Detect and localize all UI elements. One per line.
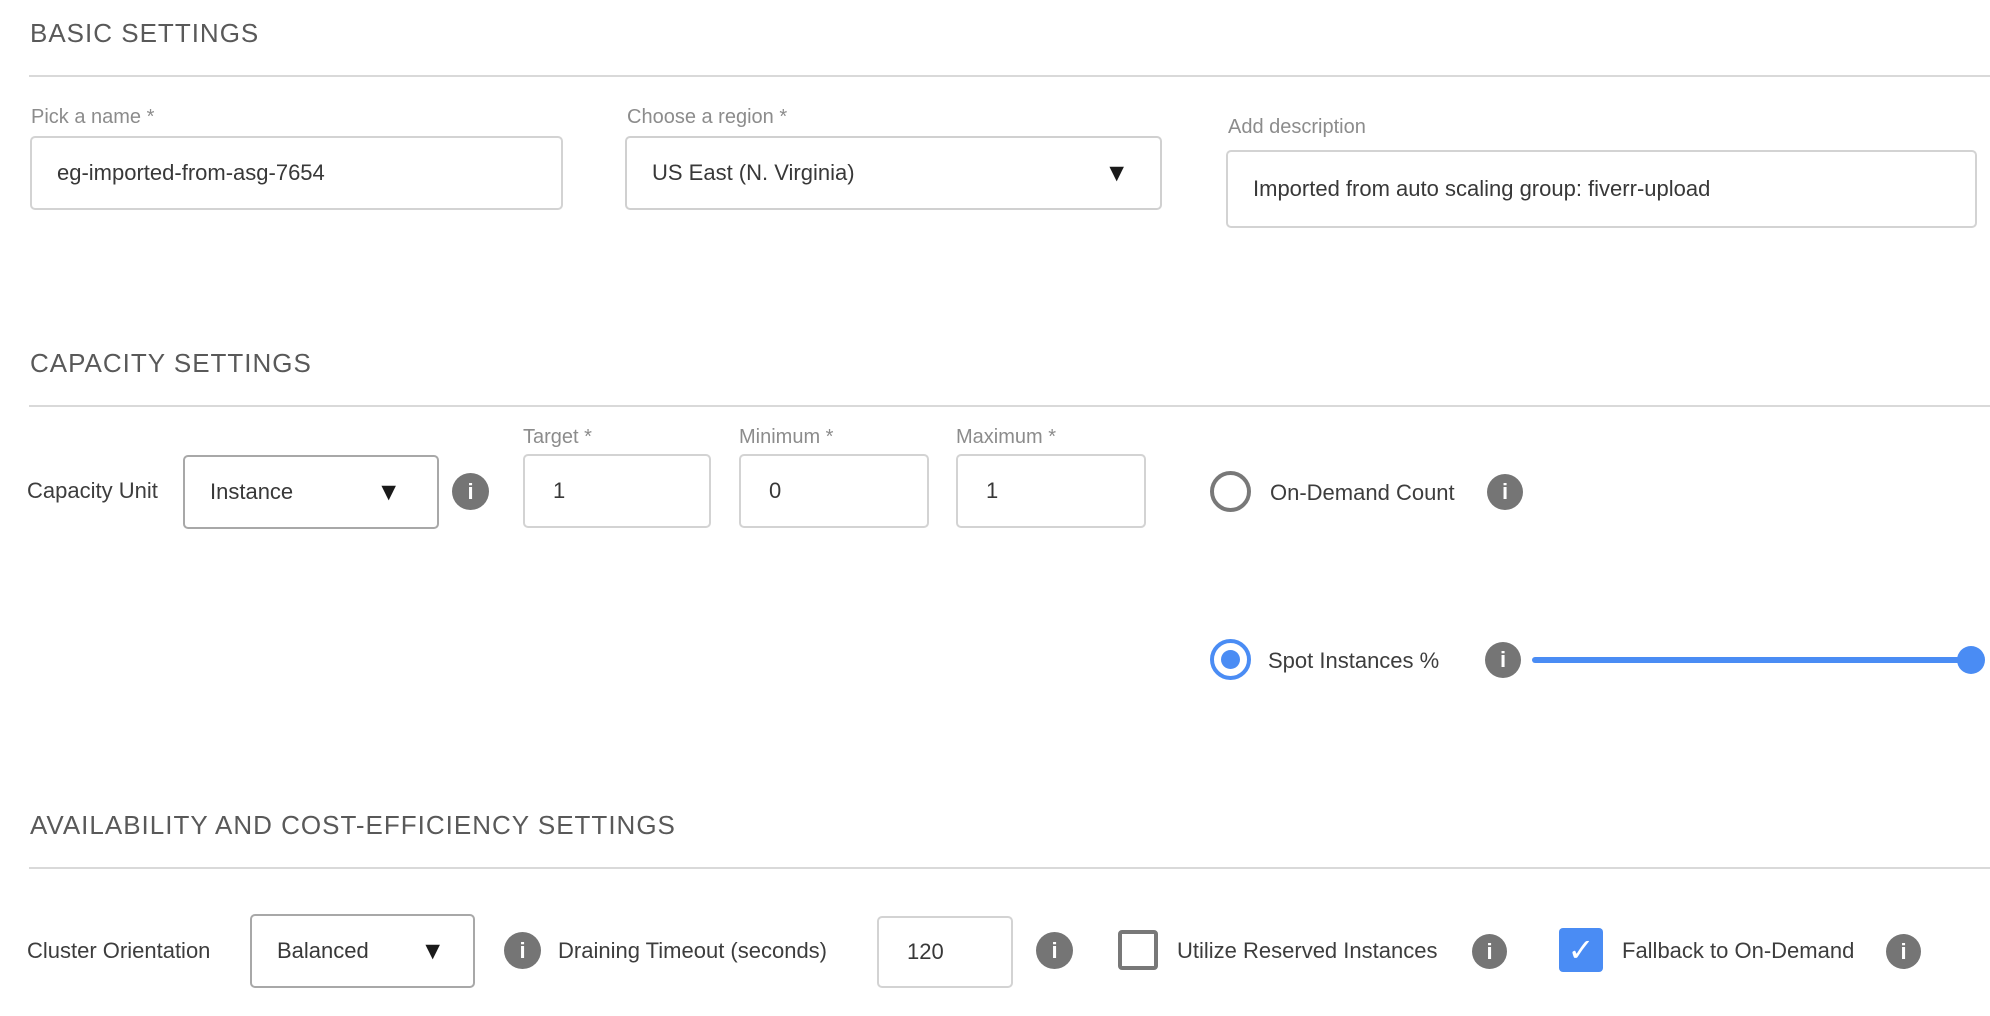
capacity-unit-selected-value: Instance [210,479,293,505]
settings-form: BASIC SETTINGS Pick a name * Choose a re… [0,0,1990,1016]
region-select[interactable]: US East (N. Virginia) ▼ [625,136,1162,210]
on-demand-count-label: On-Demand Count [1270,480,1455,506]
maximum-field-label: Maximum * [956,426,1056,449]
info-icon[interactable]: i [1487,474,1523,510]
name-input[interactable] [30,136,563,210]
info-icon[interactable]: i [1485,642,1521,678]
minimum-input[interactable] [739,454,929,528]
info-icon-glyph: i [1051,940,1057,962]
description-field-label: Add description [1228,116,1366,139]
availability-settings-title: AVAILABILITY AND COST-EFFICIENCY SETTING… [30,810,676,841]
fallback-on-demand-label: Fallback to On-Demand [1622,938,1854,964]
name-field-label: Pick a name * [31,106,154,129]
info-icon[interactable]: i [1036,932,1073,969]
fallback-on-demand-checkbox[interactable]: ✓ [1559,928,1603,972]
chevron-down-icon: ▼ [381,483,396,502]
cluster-orientation-selected-value: Balanced [277,938,369,964]
cluster-orientation-select[interactable]: Balanced ▼ [250,914,475,988]
info-icon-glyph: i [467,481,473,503]
spot-instances-radio[interactable] [1210,639,1251,680]
spot-percentage-slider-thumb[interactable] [1957,646,1985,674]
capacity-unit-label: Capacity Unit [27,478,158,504]
section-divider [29,405,1990,407]
info-icon-glyph: i [1900,941,1906,963]
capacity-unit-select[interactable]: Instance ▼ [183,455,439,529]
checkmark-icon: ✓ [1568,934,1595,966]
target-input[interactable] [523,454,711,528]
minimum-field-label: Minimum * [739,426,833,449]
basic-settings-title: BASIC SETTINGS [30,18,259,49]
info-icon-glyph: i [1486,941,1492,963]
maximum-input[interactable] [956,454,1146,528]
info-icon[interactable]: i [452,473,489,510]
info-icon[interactable]: i [1472,934,1507,969]
info-icon-glyph: i [1500,649,1506,671]
info-icon-glyph: i [1502,481,1508,503]
info-icon[interactable]: i [1886,934,1921,969]
capacity-settings-title: CAPACITY SETTINGS [30,348,312,379]
chevron-down-icon: ▼ [1109,164,1124,183]
info-icon[interactable]: i [504,932,541,969]
chevron-down-icon: ▼ [425,942,440,961]
region-field-label: Choose a region * [627,106,787,129]
section-divider [29,75,1990,77]
draining-timeout-input[interactable] [877,916,1013,988]
spot-percentage-slider-track[interactable] [1532,657,1971,663]
spot-instances-label: Spot Instances % [1268,648,1439,674]
target-field-label: Target * [523,426,592,449]
region-selected-value: US East (N. Virginia) [652,160,855,186]
info-icon-glyph: i [519,940,525,962]
description-input[interactable] [1226,150,1977,228]
on-demand-count-radio[interactable] [1210,471,1251,512]
utilize-reserved-instances-checkbox[interactable] [1118,930,1158,970]
draining-timeout-label: Draining Timeout (seconds) [558,938,827,964]
section-divider [29,867,1990,869]
utilize-reserved-instances-label: Utilize Reserved Instances [1177,938,1437,964]
cluster-orientation-label: Cluster Orientation [27,938,210,964]
